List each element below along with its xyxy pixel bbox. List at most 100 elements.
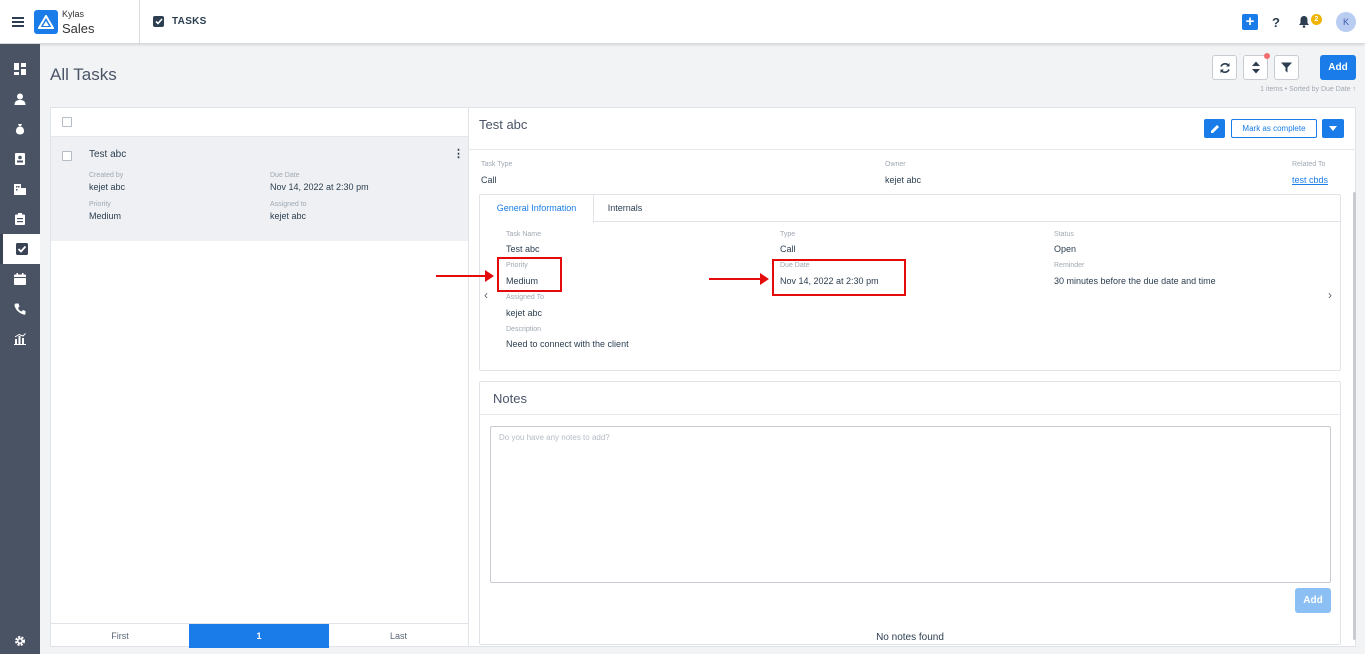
row-checkbox[interactable] bbox=[62, 151, 72, 161]
sidebar-item-contacts[interactable] bbox=[0, 144, 40, 174]
priority-label: Priority bbox=[89, 201, 111, 208]
module-title: TASKS bbox=[172, 16, 207, 27]
created-by-value: kejet abc bbox=[89, 182, 126, 192]
list-header bbox=[51, 108, 468, 137]
assigned-to-value: kejet abc bbox=[506, 308, 543, 318]
notes-title: Notes bbox=[493, 391, 527, 406]
sidebar-item-dashboard[interactable] bbox=[0, 54, 40, 84]
detail-title: Test abc bbox=[479, 117, 528, 132]
add-task-button[interactable]: Add bbox=[1320, 55, 1356, 80]
help-icon[interactable]: ? bbox=[1272, 15, 1280, 30]
due-date-value: Nov 14, 2022 at 2:30 pm bbox=[270, 182, 369, 192]
tab-internals[interactable]: Internals bbox=[594, 195, 656, 222]
pager-last-button[interactable]: Last bbox=[329, 624, 468, 648]
edit-button[interactable] bbox=[1204, 119, 1225, 138]
more-options-icon[interactable]: ⋮ bbox=[453, 149, 464, 160]
sidebar-item-companies[interactable] bbox=[0, 174, 40, 204]
phone-icon bbox=[14, 303, 26, 315]
sort-info: 1 items • Sorted by Due Date ↑ bbox=[1260, 86, 1356, 93]
due-date-highlight-box bbox=[772, 259, 906, 296]
top-bar: Kylas Sales TASKS + ? 2 K bbox=[0, 0, 1365, 44]
task-type-value: Call bbox=[481, 175, 497, 185]
assigned-to-label: Assigned to bbox=[270, 201, 307, 208]
chart-icon bbox=[14, 333, 26, 345]
empty-notes-message: No notes found bbox=[876, 632, 944, 643]
task-type-label: Task Type bbox=[481, 161, 513, 168]
notes-input[interactable] bbox=[490, 426, 1331, 583]
add-note-button[interactable]: Add bbox=[1295, 588, 1331, 613]
type-label: Type bbox=[780, 231, 796, 238]
chevron-right-icon[interactable]: › bbox=[1328, 288, 1332, 302]
task-list-panel: Test abc ⋮ Created by kejet abc Due Date… bbox=[50, 107, 469, 648]
brand-name: Kylas bbox=[62, 9, 85, 19]
arrow-annotation bbox=[709, 273, 769, 285]
select-all-checkbox[interactable] bbox=[62, 117, 72, 127]
arrow-annotation bbox=[436, 270, 494, 282]
tab-general-information[interactable]: General Information bbox=[480, 195, 594, 223]
list-item[interactable]: Test abc ⋮ Created by kejet abc Due Date… bbox=[51, 137, 468, 241]
hamburger-menu-icon[interactable] bbox=[12, 16, 24, 28]
pager-current-page[interactable]: 1 bbox=[189, 624, 329, 648]
sidebar-item-settings[interactable] bbox=[0, 628, 40, 654]
notes-card: Notes Add No notes found bbox=[479, 381, 1341, 645]
general-info-card: General Information Internals Task Name … bbox=[479, 194, 1341, 371]
task-detail-panel: Test abc Mark as complete Task Type Call… bbox=[469, 107, 1356, 647]
sidebar-item-meetings[interactable] bbox=[0, 264, 40, 294]
pager-first-button[interactable]: First bbox=[51, 624, 189, 648]
dashboard-icon bbox=[14, 63, 26, 75]
notification-badge: 2 bbox=[1311, 14, 1322, 25]
sort-active-dot bbox=[1264, 53, 1270, 59]
chevron-left-icon[interactable]: ‹ bbox=[484, 288, 488, 302]
sidebar-item-reports[interactable] bbox=[0, 324, 40, 354]
priority-value: Medium bbox=[89, 211, 122, 221]
sidebar-item-tasks[interactable] bbox=[0, 234, 40, 264]
page-title: All Tasks bbox=[50, 65, 117, 84]
pencil-icon bbox=[1210, 124, 1219, 133]
user-icon bbox=[14, 93, 26, 105]
task-name-value: Test abc bbox=[506, 244, 540, 254]
quick-add-button[interactable]: + bbox=[1242, 14, 1258, 30]
related-to-link[interactable]: test cbds bbox=[1292, 175, 1328, 185]
sidebar-item-deals[interactable] bbox=[0, 114, 40, 144]
kylas-logo[interactable] bbox=[34, 10, 58, 34]
created-by-label: Created by bbox=[89, 172, 124, 179]
filter-icon bbox=[1281, 62, 1292, 73]
status-value: Open bbox=[1054, 244, 1077, 254]
calendar-icon bbox=[14, 273, 26, 285]
assigned-to-value: kejet abc bbox=[270, 211, 307, 221]
task-name-label: Task Name bbox=[506, 231, 542, 238]
divider bbox=[139, 0, 140, 43]
sidebar-item-quotes[interactable] bbox=[0, 204, 40, 234]
checkbox-icon bbox=[15, 243, 28, 255]
sort-button[interactable] bbox=[1243, 55, 1268, 80]
tab-bar: General Information Internals bbox=[480, 195, 1340, 223]
product-name: Sales bbox=[62, 21, 95, 36]
sidebar bbox=[0, 44, 40, 654]
clipboard-icon bbox=[15, 213, 25, 225]
type-value: Call bbox=[780, 244, 796, 254]
contact-card-icon bbox=[15, 153, 25, 165]
scrollbar[interactable] bbox=[1353, 192, 1356, 640]
reminder-value: 30 minutes before the due date and time bbox=[1054, 276, 1216, 286]
more-actions-button[interactable] bbox=[1322, 119, 1344, 138]
divider bbox=[469, 149, 1356, 150]
sidebar-item-calls[interactable] bbox=[0, 294, 40, 324]
reminder-label: Reminder bbox=[1054, 262, 1085, 269]
sort-icon bbox=[1251, 61, 1260, 74]
refresh-icon bbox=[1219, 62, 1230, 73]
pagination: First 1 Last bbox=[51, 623, 468, 648]
mark-as-complete-button[interactable]: Mark as complete bbox=[1231, 119, 1317, 138]
filter-button[interactable] bbox=[1274, 55, 1299, 80]
priority-highlight-box bbox=[497, 257, 562, 292]
bell-icon[interactable] bbox=[1298, 15, 1310, 28]
chevron-down-icon bbox=[1329, 126, 1337, 131]
building-icon bbox=[14, 184, 26, 195]
sidebar-item-users[interactable] bbox=[0, 84, 40, 114]
item-title[interactable]: Test abc bbox=[89, 149, 126, 160]
refresh-button[interactable] bbox=[1212, 55, 1237, 80]
gear-icon bbox=[15, 636, 25, 646]
description-label: Description bbox=[506, 326, 542, 333]
status-label: Status bbox=[1054, 231, 1074, 238]
due-date-label: Due Date bbox=[270, 172, 300, 179]
user-avatar[interactable]: K bbox=[1336, 12, 1356, 32]
